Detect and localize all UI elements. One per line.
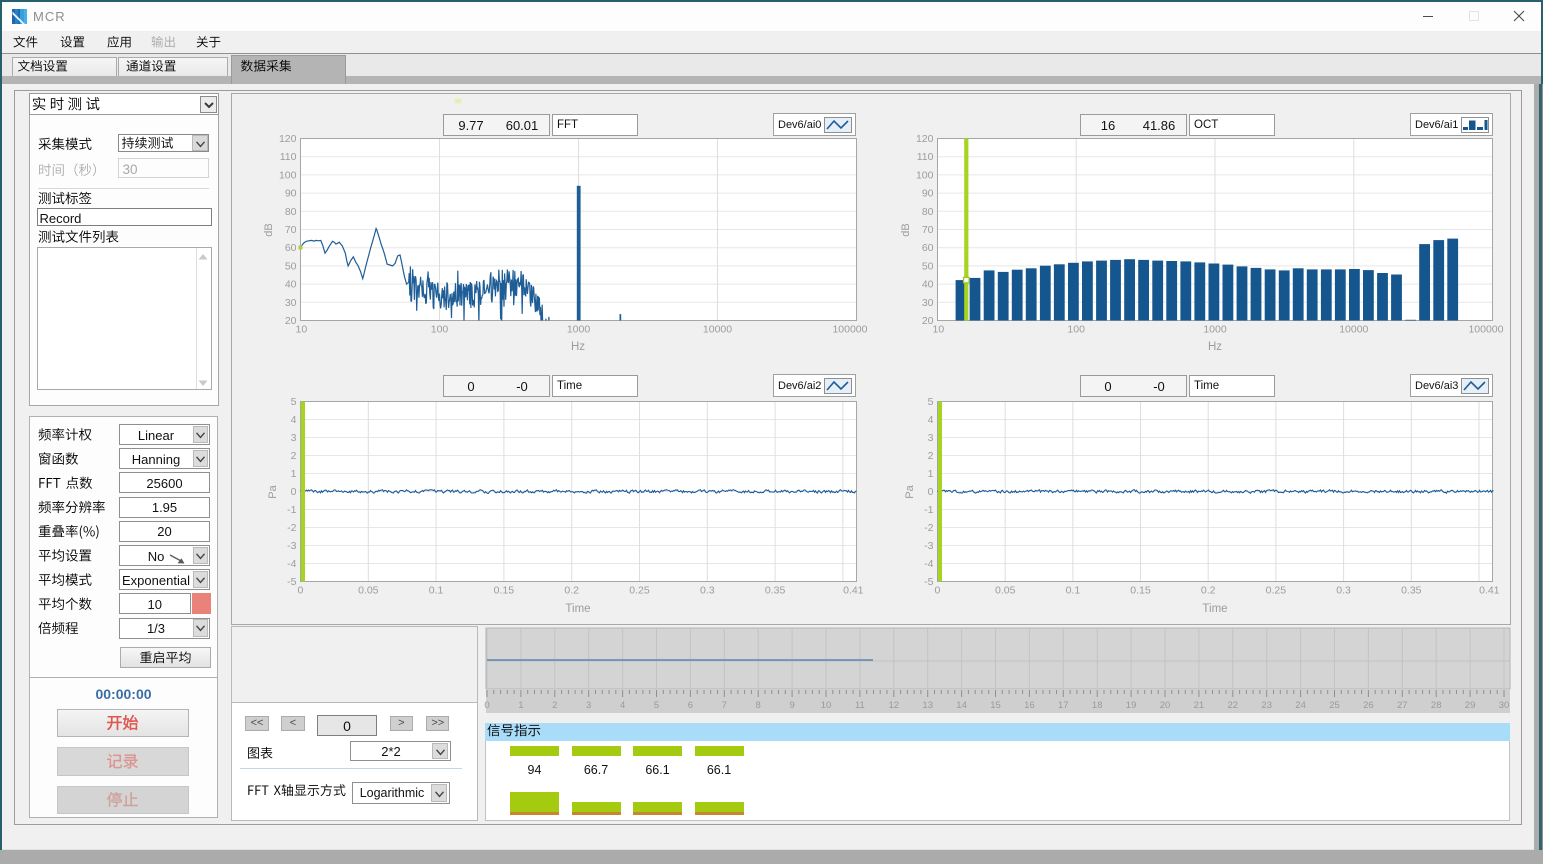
svg-text:1: 1 [518,700,523,711]
svg-text:20: 20 [1160,700,1171,711]
svg-text:4: 4 [620,700,625,711]
svg-text:9: 9 [789,700,794,711]
svg-text:26: 26 [1363,700,1374,711]
svg-text:5: 5 [654,700,659,711]
svg-text:7: 7 [722,700,727,711]
svg-text:13: 13 [922,700,933,711]
svg-text:28: 28 [1431,700,1442,711]
svg-text:25: 25 [1329,700,1340,711]
svg-text:29: 29 [1465,700,1476,711]
svg-text:17: 17 [1058,700,1069,711]
svg-text:15: 15 [990,700,1001,711]
svg-text:0: 0 [484,700,489,711]
svg-text:30: 30 [1499,700,1510,711]
svg-text:12: 12 [889,700,900,711]
svg-text:11: 11 [855,700,865,711]
svg-text:8: 8 [756,700,761,711]
svg-text:2: 2 [552,700,557,711]
svg-text:18: 18 [1092,700,1103,711]
svg-text:3: 3 [586,700,591,711]
svg-text:19: 19 [1126,700,1137,711]
svg-text:6: 6 [688,700,693,711]
svg-text:21: 21 [1194,700,1205,711]
svg-text:22: 22 [1228,700,1239,711]
svg-text:10: 10 [821,700,832,711]
svg-text:14: 14 [956,700,967,711]
svg-text:23: 23 [1261,700,1272,711]
svg-text:24: 24 [1295,700,1306,711]
svg-text:27: 27 [1397,700,1408,711]
svg-text:16: 16 [1024,700,1035,711]
